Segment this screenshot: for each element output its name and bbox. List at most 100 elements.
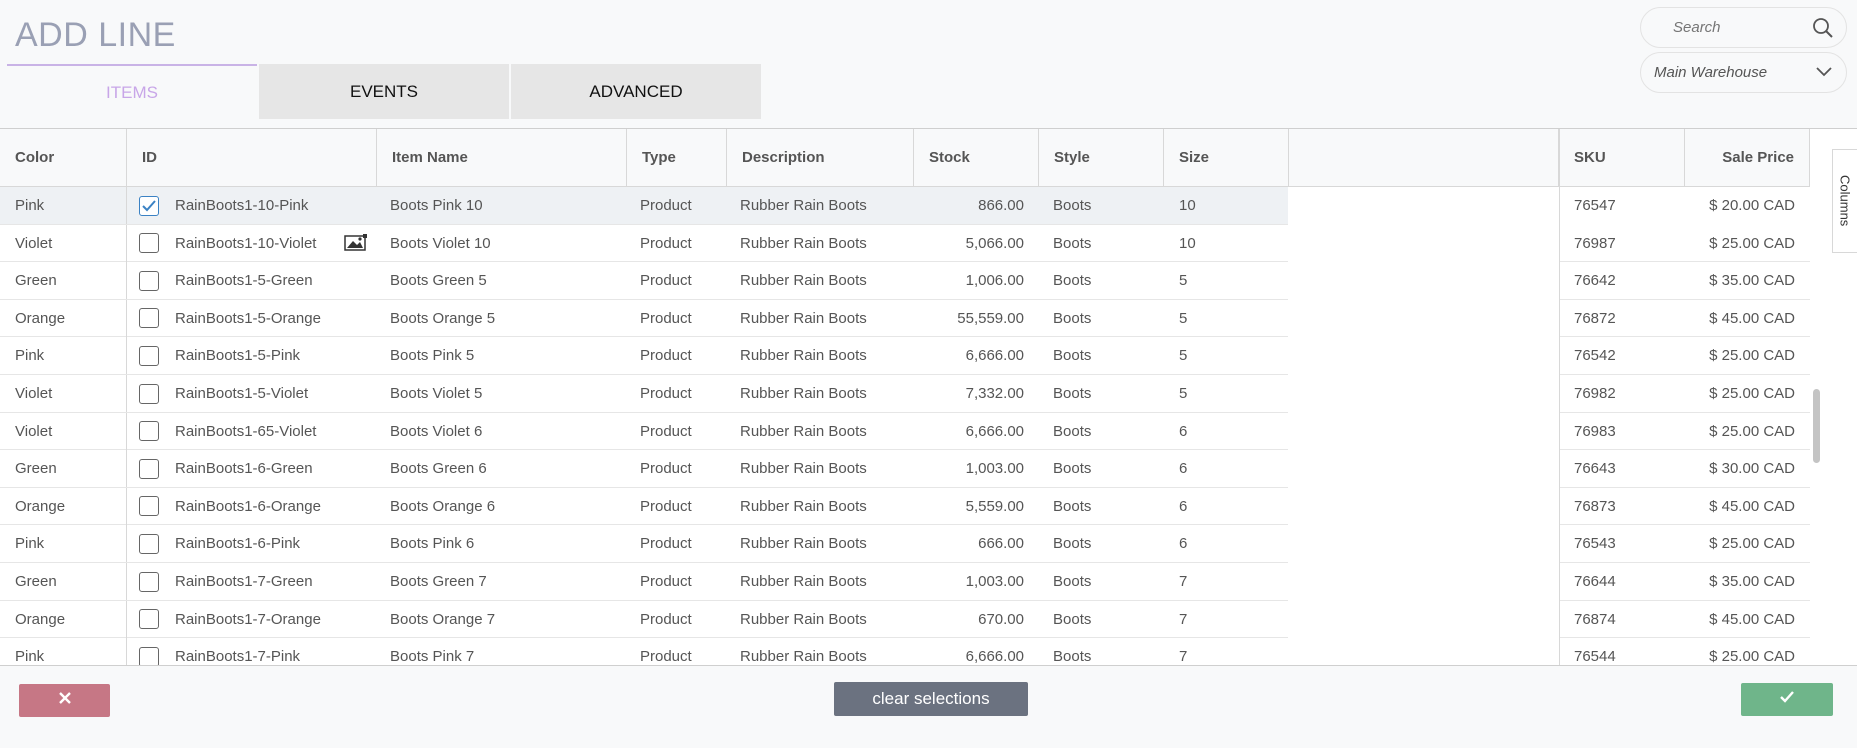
col-header-style[interactable]: Style — [1039, 129, 1164, 187]
search-icon[interactable] — [1812, 17, 1834, 44]
cell-item-name: Boots Pink 6 — [390, 535, 475, 553]
table-row[interactable]: Pink RainBoots1-10-Pink Boots Pink 10 Produ… — [0, 187, 1795, 225]
confirm-button[interactable] — [1741, 683, 1833, 716]
row-checkbox-cell — [139, 525, 159, 562]
cell-description: Rubber Rain Boots — [740, 197, 867, 214]
cell-description: Rubber Rain Boots — [740, 573, 867, 590]
row-checkbox[interactable] — [139, 533, 159, 554]
row-checkbox[interactable] — [139, 195, 159, 216]
cell-sku: 76874 — [1574, 610, 1616, 628]
tab-items[interactable]: ITEMS — [7, 64, 257, 119]
divider — [1559, 129, 1560, 665]
col-header-stock[interactable]: Stock — [914, 129, 1039, 187]
search-input[interactable] — [1673, 19, 1803, 36]
cell-item-name: Boots Orange 5 — [390, 309, 496, 327]
cancel-button[interactable] — [19, 684, 110, 717]
row-checkbox-cell — [139, 337, 159, 374]
cell-description: Rubber Rain Boots — [740, 234, 867, 252]
cell-id: RainBoots1-7-Pink — [175, 648, 301, 666]
cell-description: Rubber Rain Boots — [740, 535, 867, 553]
cell-item-name: Boots Violet 6 — [390, 422, 483, 440]
cell-sku: 76644 — [1574, 573, 1616, 590]
row-checkbox[interactable] — [139, 458, 159, 479]
row-checkbox[interactable] — [139, 646, 159, 665]
cell-stock: 866.00 — [978, 197, 1024, 214]
row-checkbox-cell — [139, 563, 159, 600]
row-checkbox[interactable] — [139, 496, 159, 517]
cell-item-name: Boots Green 5 — [390, 272, 487, 290]
cell-stock: 1,006.00 — [965, 272, 1024, 290]
cell-sku: 76987 — [1574, 234, 1616, 252]
cell-sku: 76642 — [1574, 272, 1616, 290]
col-header-type[interactable]: Type — [627, 129, 727, 187]
column-divider — [126, 563, 127, 600]
row-checkbox[interactable] — [139, 571, 159, 592]
cell-stock: 7,332.00 — [965, 385, 1024, 402]
cell-color: Violet — [15, 422, 53, 440]
search-box — [1640, 7, 1847, 48]
warehouse-select[interactable]: Main Warehouse — [1640, 52, 1847, 93]
cell-sku: 76542 — [1574, 347, 1616, 365]
row-checkbox[interactable] — [139, 308, 159, 329]
cell-sale-price: $ 30.00 CAD — [1709, 460, 1795, 478]
col-header-sku[interactable]: SKU — [1559, 129, 1685, 187]
row-checkbox[interactable] — [139, 421, 159, 442]
cell-size: 7 — [1179, 573, 1188, 590]
image-icon[interactable] — [344, 225, 368, 262]
cell-color: Green — [15, 573, 57, 590]
cell-type: Product — [640, 309, 692, 327]
cell-size: 6 — [1179, 422, 1188, 440]
cell-sale-price: $ 25.00 CAD — [1709, 535, 1795, 553]
column-divider — [126, 450, 127, 488]
cell-size: 5 — [1179, 309, 1188, 327]
col-header-description[interactable]: Description — [727, 129, 914, 187]
cell-stock: 670.00 — [978, 610, 1024, 628]
cell-sale-price: $ 25.00 CAD — [1709, 385, 1795, 402]
cell-size: 5 — [1179, 272, 1188, 290]
row-checkbox[interactable] — [139, 383, 159, 404]
tab-advanced[interactable]: ADVANCED — [511, 64, 761, 119]
cell-sku: 76543 — [1574, 535, 1616, 553]
cell-item-name: Boots Green 7 — [390, 573, 487, 590]
close-icon — [58, 691, 72, 710]
row-checkbox[interactable] — [139, 345, 159, 366]
clear-selections-button[interactable]: clear selections — [834, 682, 1028, 716]
cell-type: Product — [640, 422, 692, 440]
check-icon — [1779, 690, 1795, 709]
cell-id: RainBoots1-10-Violet — [175, 234, 317, 252]
cell-sale-price: $ 25.00 CAD — [1709, 234, 1795, 252]
cell-style: Boots — [1053, 234, 1092, 252]
col-header-item-name[interactable]: Item Name — [377, 129, 627, 187]
cell-item-name: Boots Green 6 — [390, 460, 487, 478]
cell-type: Product — [640, 610, 692, 628]
cell-size: 7 — [1179, 610, 1188, 628]
col-header-id[interactable]: ID — [127, 129, 377, 187]
col-header-sale-price[interactable]: Sale Price — [1685, 129, 1810, 187]
row-checkbox-cell — [139, 638, 159, 665]
cell-id: RainBoots1-65-Violet — [175, 422, 317, 440]
col-header-color[interactable]: Color — [0, 129, 127, 187]
check-icon — [142, 199, 156, 211]
cell-description: Rubber Rain Boots — [740, 497, 867, 515]
row-checkbox-cell — [139, 225, 159, 262]
cell-size: 5 — [1179, 347, 1188, 365]
cell-style: Boots — [1053, 272, 1092, 290]
row-checkbox[interactable] — [139, 609, 159, 630]
cell-id: RainBoots1-6-Pink — [175, 535, 301, 553]
cell-sku: 76544 — [1574, 648, 1616, 666]
columns-panel-label: Columns — [1837, 175, 1853, 227]
cell-style: Boots — [1053, 573, 1092, 590]
column-divider — [126, 375, 127, 412]
cell-stock: 5,066.00 — [965, 234, 1024, 252]
columns-panel-toggle[interactable]: Columns — [1832, 149, 1857, 253]
tab-events[interactable]: EVENTS — [259, 64, 509, 119]
row-checkbox[interactable] — [139, 233, 159, 254]
row-checkbox-cell — [139, 601, 159, 638]
cell-description: Rubber Rain Boots — [740, 610, 867, 628]
col-header-size[interactable]: Size — [1164, 129, 1289, 187]
cell-color: Orange — [15, 309, 66, 327]
scrollbar-thumb[interactable] — [1813, 389, 1820, 463]
cell-stock: 6,666.00 — [965, 648, 1024, 666]
cell-description: Rubber Rain Boots — [740, 272, 867, 290]
row-checkbox[interactable] — [139, 270, 159, 291]
